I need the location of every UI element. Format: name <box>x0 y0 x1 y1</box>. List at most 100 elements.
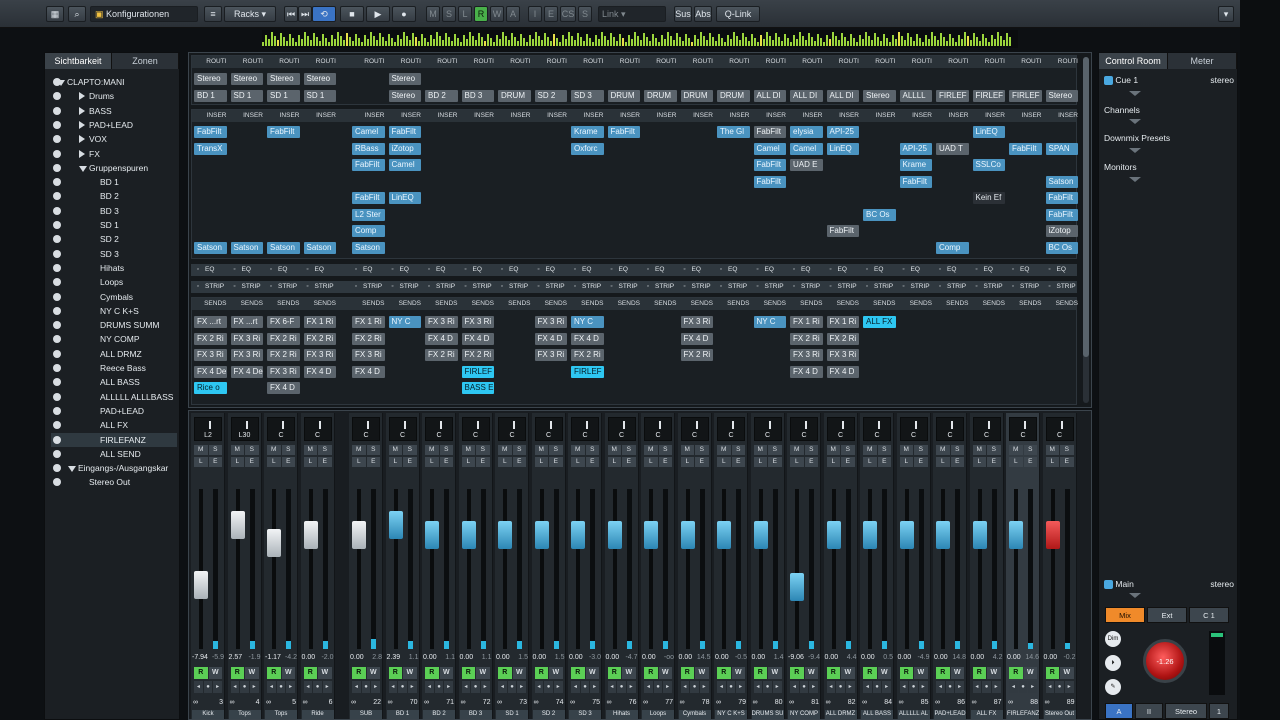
absolute-button[interactable]: Abs <box>694 6 712 22</box>
previous-icon[interactable]: ◂ <box>303 681 313 693</box>
c1-source-button[interactable]: C 1 <box>1189 607 1229 623</box>
fader-track[interactable] <box>199 489 203 649</box>
next-icon[interactable]: ▸ <box>480 681 490 693</box>
monitor-icon[interactable]: ● <box>836 681 845 693</box>
edit-button[interactable]: E <box>1023 457 1037 467</box>
mute-button[interactable]: M <box>571 445 585 455</box>
read-automation-button[interactable]: R <box>230 667 244 679</box>
q-link-button[interactable]: Q-Link <box>716 6 760 22</box>
read-automation-button[interactable]: R <box>388 667 402 679</box>
edit-button[interactable]: E <box>403 457 417 467</box>
channel-name[interactable]: NY C K+S <box>715 710 747 719</box>
power-icon[interactable]: ◦ <box>976 281 978 293</box>
insert-slot[interactable]: Comp <box>352 225 385 237</box>
next-icon[interactable]: ▸ <box>955 681 965 693</box>
edit-button[interactable]: E <box>768 457 782 467</box>
peak-value[interactable]: 1.1 <box>482 653 492 663</box>
channel-strip[interactable]: C M S L E 0.00 4.2 R W ◂ ● ▸ ∞ 87 ALL FX <box>969 413 1004 719</box>
power-icon[interactable]: ◦ <box>1012 281 1014 293</box>
main-volume-knob[interactable]: -1.26 <box>1143 639 1187 683</box>
previous-icon[interactable]: ◂ <box>826 681 836 693</box>
listen-button[interactable]: L <box>899 457 913 467</box>
write-automation-button[interactable]: W <box>1023 667 1037 679</box>
tree-item[interactable]: SD 2 <box>51 232 177 246</box>
peak-value[interactable]: 0.5 <box>883 653 893 663</box>
monitor-icon[interactable]: ● <box>982 681 991 693</box>
speaker-a-button[interactable]: A <box>1105 703 1133 719</box>
channel-name[interactable]: SD 3 <box>569 710 601 719</box>
monitor-icon[interactable]: ● <box>544 681 553 693</box>
insert-slot[interactable]: API-25 <box>826 126 859 138</box>
output-format-button[interactable]: Stereo <box>1165 703 1207 719</box>
solo-button[interactable]: S <box>245 445 259 455</box>
write-automation-button[interactable]: W <box>731 667 745 679</box>
fader-track[interactable] <box>941 489 945 649</box>
channel-strip[interactable]: C M S L E 0.00 0.5 R W ◂ ● ▸ ∞ 84 ALL BASS <box>860 413 894 719</box>
link-icon[interactable]: ∞ <box>826 697 831 709</box>
power-icon[interactable]: ◦ <box>793 281 795 293</box>
power-icon[interactable]: ◦ <box>757 264 759 276</box>
rack-column-header[interactable]: INSER <box>498 111 533 121</box>
send-slot[interactable]: FX 2 Ri <box>790 332 823 345</box>
menu-icon[interactable]: ≡ <box>204 6 222 22</box>
rack-column-header[interactable]: ROUTI <box>304 57 339 67</box>
write-automation-button[interactable]: W <box>768 667 782 679</box>
send-slot[interactable]: FX 1 Ri <box>826 316 859 328</box>
volume-value[interactable]: 0.00 <box>679 653 693 663</box>
insert-slot[interactable]: Camel <box>753 142 786 155</box>
power-icon[interactable]: ◦ <box>611 264 613 276</box>
routing-output-slot[interactable]: SD 1 <box>230 90 263 102</box>
monitor-icon[interactable]: ● <box>1055 681 1064 693</box>
tree-item[interactable]: Reece Bass <box>51 361 177 375</box>
listen-button[interactable]: L <box>461 457 475 467</box>
write-automation-button[interactable]: W <box>987 667 1001 679</box>
tree-item[interactable]: BD 3 <box>51 204 177 218</box>
mute-button[interactable]: M <box>607 445 621 455</box>
insert-slot[interactable]: Krame <box>571 126 604 138</box>
tree-item[interactable]: Drums <box>51 89 177 103</box>
rack-column-header[interactable]: SENDS <box>608 299 643 309</box>
talkback-icon[interactable]: ✎ <box>1105 679 1121 695</box>
rack-column-header[interactable]: ROUTI <box>267 57 302 67</box>
output-number-button[interactable]: 1 <box>1209 703 1229 719</box>
insert-slot[interactable]: API-25 <box>899 142 932 155</box>
mute-button[interactable]: M <box>1009 445 1023 455</box>
rack-column-header[interactable]: ROUTI <box>754 57 789 67</box>
write-automation-button[interactable]: W <box>877 667 891 679</box>
collapsed-arrow-icon[interactable] <box>79 120 85 129</box>
rack-column-header[interactable]: INSER <box>425 111 460 121</box>
monitor-icon[interactable]: ● <box>872 681 882 693</box>
routing-input-slot[interactable]: Stereo <box>230 73 263 85</box>
listen-button[interactable]: L <box>194 457 208 467</box>
send-slot[interactable]: NY C <box>388 316 421 328</box>
speaker-b-button[interactable]: II <box>1135 703 1163 719</box>
power-icon[interactable]: ◦ <box>939 264 941 276</box>
power-icon[interactable]: ◦ <box>611 281 613 293</box>
fader-handle[interactable] <box>425 520 439 549</box>
edit-button[interactable]: E <box>731 457 745 467</box>
peak-value[interactable]: 1.5 <box>555 653 565 663</box>
listen-button[interactable]: L <box>790 457 804 467</box>
listen-button[interactable]: L <box>1009 457 1023 467</box>
rack-column-header[interactable]: ROUTI <box>608 57 643 67</box>
peak-value[interactable]: 2.8 <box>372 653 382 663</box>
write-automation-button[interactable]: W <box>403 667 417 679</box>
power-icon[interactable]: ◦ <box>793 264 795 276</box>
mute-button[interactable]: M <box>303 445 317 455</box>
rack-column-header[interactable]: SENDS <box>498 299 533 309</box>
power-icon[interactable]: ◦ <box>501 264 503 276</box>
mix-source-button[interactable]: Mix <box>1105 607 1145 623</box>
rack-column-header[interactable]: INSER <box>608 111 643 121</box>
pan-control[interactable]: C <box>936 417 964 441</box>
routing-output-slot[interactable]: SD 3 <box>571 90 604 102</box>
rack-column-header[interactable]: INSER <box>194 111 229 121</box>
write-automation-button[interactable]: W <box>622 667 636 679</box>
pan-control[interactable]: C <box>680 417 709 441</box>
next-icon[interactable]: ▸ <box>286 681 296 693</box>
peak-value[interactable]: -0.2 <box>1063 653 1075 663</box>
visibility-dot-icon[interactable] <box>53 178 61 187</box>
read-automation-button[interactable]: R <box>717 667 731 679</box>
channel-strip[interactable]: L2 M S L E -7.94 -5.9 R W ◂ ● ▸ ∞ 3 Kick <box>191 413 225 719</box>
send-slot[interactable]: NY C <box>571 316 604 328</box>
send-slot[interactable]: FX 4 D <box>425 332 458 345</box>
